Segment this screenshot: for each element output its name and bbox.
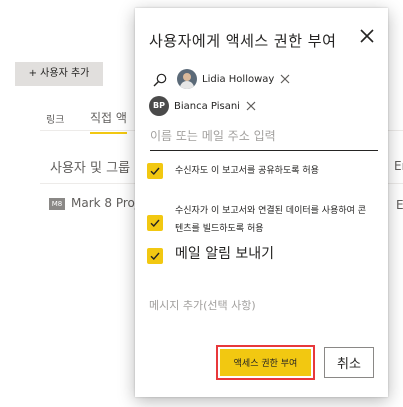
column-header-email: Em (394, 159, 403, 173)
avatar (177, 69, 197, 89)
message-input[interactable] (149, 285, 377, 325)
column-header-users: 사용자 및 그룹 (50, 161, 131, 176)
send-email-option[interactable]: 메일 알림 보내기 (147, 246, 275, 264)
checkbox[interactable] (147, 248, 163, 264)
option-label: 수신자가 이 보고서와 연결된 데이터를 사용하여 콘텐츠를 빌드하도록 허용 (175, 206, 367, 234)
checkbox[interactable] (147, 215, 163, 231)
grant-access-button[interactable]: 액세스 권한 부여 (220, 349, 311, 376)
option-label: 메일 알림 보내기 (175, 246, 275, 262)
dialog-title: 사용자에게 액세스 권한 부여 (149, 32, 337, 50)
row-email: Er (396, 198, 403, 212)
checkmark-icon (150, 252, 160, 261)
checkbox[interactable] (147, 163, 163, 179)
tab-link[interactable]: 링크 (46, 111, 64, 126)
recipient-chip: BP Bianca Pisani (149, 96, 256, 116)
recipient-name: Lidia Holloway (202, 73, 275, 85)
allow-build-option[interactable]: 수신자가 이 보고서와 연결된 데이터를 사용하여 콘텐츠를 빌드하도록 허용 (147, 206, 373, 238)
search-icon (153, 73, 167, 87)
close-icon[interactable] (357, 26, 377, 46)
recipient-name: Bianca Pisani (174, 100, 240, 112)
option-label: 수신자도 이 보고서를 공유하도록 허용 (175, 166, 319, 176)
remove-recipient-icon[interactable] (280, 74, 290, 84)
recipient-chip: Lidia Holloway (177, 69, 290, 89)
checkmark-icon (150, 219, 160, 228)
name-email-input[interactable] (150, 121, 378, 151)
add-user-button[interactable]: + 사용자 추가 (15, 62, 103, 86)
allow-reshare-option[interactable]: 수신자도 이 보고서를 공유하도록 허용 (147, 163, 319, 180)
grant-access-dialog: 사용자에게 액세스 권한 부여 Lidia Holloway BP Bianca… (135, 8, 388, 397)
remove-recipient-icon[interactable] (246, 101, 256, 111)
avatar: BP (149, 96, 169, 116)
cancel-button[interactable]: 취소 (324, 347, 374, 378)
row-badge: M8 (49, 198, 65, 210)
checkmark-icon (150, 167, 160, 176)
